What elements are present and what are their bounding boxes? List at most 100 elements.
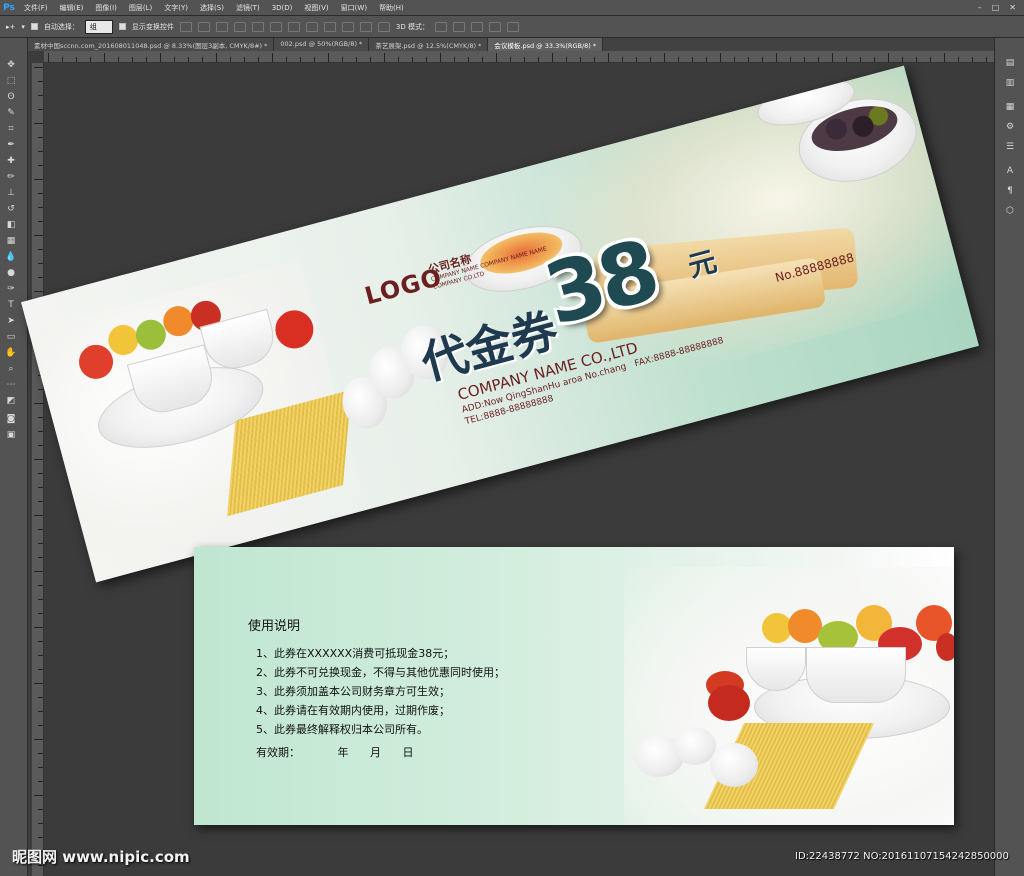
rotate-3d-button[interactable] (434, 21, 447, 32)
maximize-button[interactable]: □ (992, 3, 1000, 12)
eraser-tool-icon[interactable]: ◧ (4, 218, 18, 232)
validity-year: 年 (337, 746, 349, 759)
show-transform-checkbox[interactable] (118, 23, 126, 30)
healing-brush-tool-icon[interactable]: ✚ (4, 154, 18, 168)
eyedropper-tool-icon[interactable]: ✒ (4, 138, 18, 152)
ruler-tick (38, 655, 43, 656)
ruler-tick (762, 57, 763, 62)
tab-document-3[interactable]: 茶艺展架.psd @ 12.5%(CMYK/8) * (369, 38, 489, 51)
menu-help[interactable]: 帮助(H) (373, 3, 410, 13)
align-left-button[interactable] (233, 21, 246, 32)
brush-tool-icon[interactable]: ✏ (4, 170, 18, 184)
ruler-tick (38, 109, 43, 110)
auto-select-checkbox[interactable] (30, 23, 38, 30)
3d-panel-icon[interactable]: ⬡ (1003, 204, 1017, 218)
distribute-left-button[interactable] (341, 21, 354, 32)
vertical-ruler[interactable] (32, 63, 44, 876)
menu-layer[interactable]: 图层(L) (123, 3, 158, 13)
close-button[interactable]: ✕ (1009, 3, 1016, 12)
menu-view[interactable]: 视图(V) (298, 3, 334, 13)
horizontal-ruler[interactable] (44, 51, 994, 63)
ruler-tick (38, 263, 43, 264)
align-vcenter-button[interactable] (197, 21, 210, 32)
ruler-tick (412, 57, 413, 62)
more-tools-icon[interactable]: ⋯ (4, 378, 18, 392)
history-brush-tool-icon[interactable]: ↺ (4, 202, 18, 216)
pen-tool-icon[interactable]: ✑ (4, 282, 18, 296)
path-selection-tool-icon[interactable]: ➤ (4, 314, 18, 328)
tab-document-4[interactable]: 会议模板.psd @ 33.3%(RGB/8) * (488, 38, 604, 51)
tomato-image (708, 685, 750, 721)
menu-filter[interactable]: 滤镜(T) (230, 3, 266, 13)
styles-panel-icon[interactable]: ⚙ (1003, 120, 1017, 134)
align-top-button[interactable] (179, 21, 192, 32)
ruler-tick (34, 627, 43, 628)
gradient-tool-icon[interactable]: ▦ (4, 234, 18, 248)
tab-document-2[interactable]: 002.psd @ 50%(RGB/8) * (274, 38, 370, 51)
ruler-tick (720, 53, 721, 62)
ruler-tick (398, 57, 399, 62)
move-tool-icon[interactable]: ▸+ (6, 23, 15, 31)
validity-line: 有效期： 年 月 日 (256, 744, 432, 760)
tab-document-1[interactable]: 素材中国sccnn.com_201608011048.psd @ 8.33%(图… (28, 38, 275, 51)
distribute-top-button[interactable] (287, 21, 300, 32)
ruler-tick (38, 669, 43, 670)
ruler-tick (38, 613, 43, 614)
lasso-tool-icon[interactable]: ʘ (4, 90, 18, 104)
menu-image[interactable]: 图像(I) (89, 3, 123, 13)
roll-3d-button[interactable] (452, 21, 465, 32)
ruler-tick (552, 53, 553, 62)
voucher-back[interactable]: 使用说明 1、此券在XXXXXX消费可抵现金38元； 2、此券不可兑换现金，不得… (194, 547, 954, 825)
shape-tool-icon[interactable]: ▭ (4, 330, 18, 344)
crop-tool-icon[interactable]: ⌗ (4, 122, 18, 136)
distribute-vcenter-button[interactable] (305, 21, 318, 32)
quick-select-tool-icon[interactable]: ✎ (4, 106, 18, 120)
marquee-tool-icon[interactable]: ⬚ (4, 74, 18, 88)
site-watermark: 昵图网 www.nipic.com (12, 848, 190, 866)
properties-panel-icon[interactable]: ▥ (1003, 76, 1017, 90)
usage-item: 5、此券最终解释权归本公司所有。 (256, 723, 428, 736)
ruler-tick (888, 53, 889, 62)
move-tool-icon[interactable]: ✥ (4, 58, 18, 72)
screen-mode-icon[interactable]: ▣ (4, 428, 18, 442)
hand-tool-icon[interactable]: ✋ (4, 346, 18, 360)
brush-panel-icon[interactable]: ☰ (1003, 140, 1017, 154)
scale-3d-button[interactable] (506, 21, 519, 32)
menu-3d[interactable]: 3D(D) (266, 4, 299, 12)
align-right-button[interactable] (269, 21, 282, 32)
distribute-hcenter-button[interactable] (359, 21, 372, 32)
ruler-tick (944, 53, 945, 62)
auto-select-dropdown[interactable]: 组 (84, 19, 113, 34)
minimize-button[interactable]: – (978, 3, 982, 12)
history-panel-icon[interactable]: ▤ (1003, 56, 1017, 70)
adjustments-panel-icon[interactable]: ▦ (1003, 100, 1017, 114)
zoom-tool-icon[interactable]: ⌕ (4, 362, 18, 376)
ruler-tick (482, 57, 483, 62)
dodge-tool-icon[interactable]: ● (4, 266, 18, 280)
distribute-bottom-button[interactable] (323, 21, 336, 32)
ruler-tick (38, 445, 43, 446)
ruler-tick (48, 53, 49, 62)
menu-select[interactable]: 选择(S) (194, 3, 230, 13)
align-hcenter-button[interactable] (251, 21, 264, 32)
ruler-tick (832, 53, 833, 62)
ruler-tick (38, 697, 43, 698)
clone-stamp-tool-icon[interactable]: ⊥ (4, 186, 18, 200)
quick-mask-icon[interactable]: ◙ (4, 412, 18, 426)
menu-type[interactable]: 文字(Y) (158, 3, 194, 13)
align-bottom-button[interactable] (215, 21, 228, 32)
drag-3d-button[interactable] (470, 21, 483, 32)
color-swatches-icon[interactable]: ◩ (4, 394, 18, 408)
tool-preset-chevron-icon[interactable]: ▾ (21, 23, 25, 31)
ruler-tick (580, 57, 581, 62)
type-tool-icon[interactable]: T (4, 298, 18, 312)
menu-edit[interactable]: 编辑(E) (54, 3, 90, 13)
menu-window[interactable]: 窗口(W) (335, 3, 373, 13)
menu-file[interactable]: 文件(F) (18, 3, 54, 13)
distribute-right-button[interactable] (377, 21, 390, 32)
slide-3d-button[interactable] (488, 21, 501, 32)
ruler-tick (804, 57, 805, 62)
character-panel-icon[interactable]: A (1003, 164, 1017, 178)
blur-tool-icon[interactable]: 💧 (4, 250, 18, 264)
paragraph-panel-icon[interactable]: ¶ (1003, 184, 1017, 198)
